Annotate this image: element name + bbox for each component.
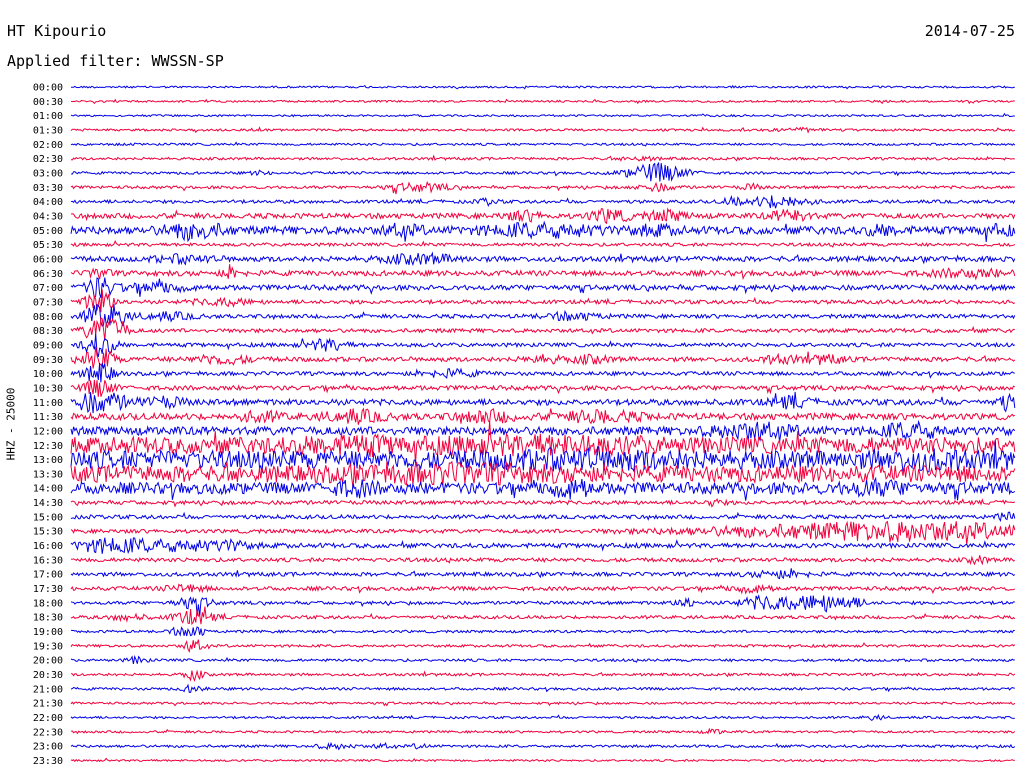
trace-1330	[70, 460, 1016, 489]
trace-1000	[70, 362, 1015, 383]
time-label: 04:00	[33, 197, 63, 208]
time-label: 22:30	[33, 727, 63, 738]
trace-1530	[70, 520, 1016, 545]
time-label: 20:30	[33, 670, 63, 681]
trace-1830	[70, 606, 1016, 626]
time-label: 21:30	[33, 699, 63, 710]
trace-0830	[70, 316, 1015, 341]
time-label: 15:30	[33, 527, 63, 538]
time-label: 15:00	[33, 512, 63, 523]
trace-1630	[70, 555, 1016, 566]
trace-1500	[70, 511, 1016, 523]
time-label: 17:00	[33, 570, 63, 581]
helicorder-chart: 00:00 00:30 01:00 01:30 02:00 02:30 03:00 03:30…	[33, 83, 1016, 767]
time-label: 23:30	[33, 756, 63, 767]
trace-1600	[70, 537, 1016, 555]
trace-0330	[70, 180, 1015, 195]
trace-1930	[70, 639, 1016, 653]
time-label: 00:00	[33, 83, 63, 94]
trace-1800	[70, 594, 1015, 617]
time-label: 08:30	[33, 326, 63, 337]
trace-1430	[70, 498, 1016, 508]
time-label: 05:00	[33, 226, 63, 237]
trace-0200	[70, 141, 1016, 147]
time-label: 19:00	[33, 627, 63, 638]
time-label: 17:30	[33, 584, 63, 595]
trace-1730	[70, 583, 1016, 595]
time-label: 07:30	[33, 297, 63, 308]
trace-0230	[70, 154, 1016, 162]
time-label: 09:30	[33, 355, 63, 366]
time-label: 18:30	[33, 613, 63, 624]
trace-0500	[70, 220, 1016, 243]
trace-0400	[70, 194, 1016, 209]
trace-2100	[70, 683, 1015, 693]
time-label: 00:30	[33, 97, 63, 108]
time-label: 12:00	[33, 426, 63, 437]
time-label: 08:00	[33, 312, 63, 323]
trace-0430	[70, 207, 1016, 225]
trace-0800	[70, 303, 1016, 327]
trace-0730	[70, 289, 1016, 313]
trace-0900	[70, 333, 1016, 358]
time-label: 23:00	[33, 742, 63, 753]
trace-2030	[70, 669, 1016, 683]
trace-2000	[70, 655, 1015, 664]
time-label: 19:30	[33, 641, 63, 652]
time-label: 03:30	[33, 183, 63, 194]
trace-0530	[70, 240, 1016, 248]
trace-2330	[70, 757, 1015, 763]
time-label: 01:00	[33, 111, 63, 122]
time-label: 22:00	[33, 713, 63, 724]
trace-0130	[70, 126, 1016, 134]
time-label: 11:30	[33, 412, 63, 423]
trace-1030	[70, 379, 1016, 397]
trace-0100	[70, 112, 1015, 118]
time-label: 13:30	[33, 469, 63, 480]
trace-0930	[70, 346, 1016, 369]
trace-0630	[70, 264, 1016, 281]
time-label: 21:00	[33, 684, 63, 695]
trace-1700	[70, 568, 1016, 580]
trace-2300	[70, 741, 1016, 751]
trace-0000	[71, 84, 1015, 90]
time-label: 20:00	[33, 656, 63, 667]
trace-1130	[70, 407, 1016, 425]
time-label: 12:30	[33, 441, 63, 452]
time-label: 16:00	[33, 541, 63, 552]
trace-0030	[70, 98, 1015, 105]
time-label: 07:00	[33, 283, 63, 294]
trace-0600	[70, 251, 1016, 267]
trace-1200	[70, 419, 1016, 443]
time-label: 13:00	[33, 455, 63, 466]
time-label: 04:30	[33, 211, 63, 222]
time-label: 11:00	[33, 398, 63, 409]
time-label: 02:30	[33, 154, 63, 165]
time-label: 06:30	[33, 269, 63, 280]
trace-2130	[70, 701, 1016, 707]
trace-0300	[70, 161, 1015, 182]
trace-2230	[70, 727, 1016, 735]
time-label: 16:30	[33, 555, 63, 566]
time-label: 14:00	[33, 484, 63, 495]
time-label: 10:30	[33, 383, 63, 394]
time-label: 14:30	[33, 498, 63, 509]
time-label: 18:00	[33, 598, 63, 609]
time-label: 10:00	[33, 369, 63, 380]
trace-1100	[70, 391, 1016, 414]
time-label: 02:00	[33, 140, 63, 151]
trace-1900	[70, 626, 1015, 637]
time-label: 06:00	[33, 254, 63, 265]
trace-0700	[70, 277, 1016, 300]
time-label: 01:30	[33, 125, 63, 136]
trace-2200	[70, 713, 1015, 722]
time-label: 05:30	[33, 240, 63, 251]
time-label: 09:00	[33, 340, 63, 351]
time-label: 03:00	[33, 168, 63, 179]
